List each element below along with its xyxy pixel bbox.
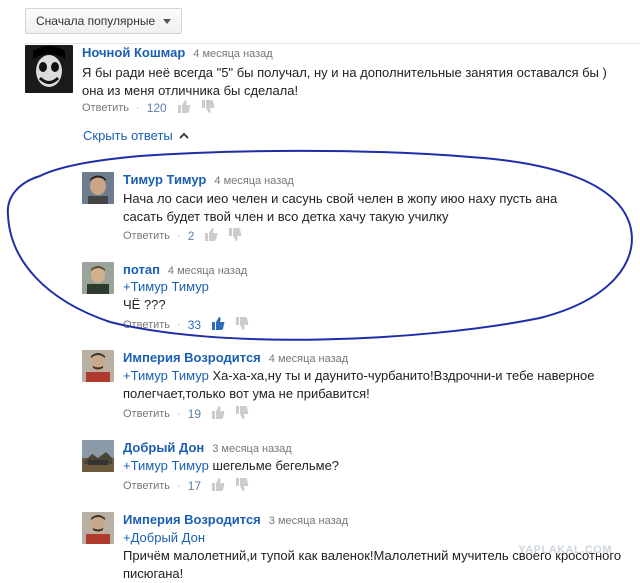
thumbs-down-icon[interactable] [201, 100, 215, 116]
comment-time[interactable]: 4 месяца назад [193, 48, 272, 60]
comment-text: ЧЁ ??? [123, 297, 166, 312]
thumbs-up-icon[interactable] [211, 317, 225, 333]
sort-label: Сначала популярные [36, 14, 156, 28]
reply-button[interactable]: Ответить [82, 102, 129, 114]
thumbs-up-icon[interactable] [211, 478, 225, 494]
separator: · [177, 480, 181, 492]
mention-link[interactable]: +Тимур Тимур [123, 368, 209, 383]
thumbs-down-icon[interactable] [235, 406, 249, 422]
separator: · [177, 319, 181, 331]
thumbs-down-icon[interactable] [235, 317, 249, 333]
comment-text: Я бы ради неё всегда "5" бы получал, ну … [82, 65, 607, 98]
avatar[interactable] [25, 45, 73, 93]
avatar[interactable] [82, 350, 114, 382]
mention-link[interactable]: +Тимур Тимур [123, 458, 209, 473]
comment-time[interactable]: 4 месяца назад [168, 265, 247, 277]
separator: · [136, 102, 140, 114]
chevron-down-icon [163, 18, 172, 24]
comment-author[interactable]: Тимур Тимур [123, 172, 206, 187]
divider [25, 43, 640, 44]
thumbs-up-icon[interactable] [177, 100, 191, 116]
comment-author[interactable]: Ночной Кошмар [82, 45, 185, 60]
like-count: 2 [187, 229, 195, 243]
separator: · [177, 230, 181, 242]
avatar[interactable] [82, 512, 114, 544]
thumbs-down-icon[interactable] [228, 228, 242, 244]
thumbs-up-icon[interactable] [204, 228, 218, 244]
comment-author[interactable]: Добрый Дон [123, 440, 204, 455]
comment-text: Нача ло саси иео челен и сасунь свой чел… [123, 191, 558, 224]
sort-dropdown[interactable]: Сначала популярные [25, 8, 183, 34]
comment-author[interactable]: Империя Возродится [123, 350, 261, 365]
like-count: 33 [187, 318, 202, 332]
like-count: 19 [187, 407, 202, 421]
comment-text: шегельме бегельме? [212, 458, 340, 473]
avatar[interactable] [82, 262, 114, 294]
comment-author[interactable]: Империя Возродится [123, 512, 261, 527]
like-count: 17 [187, 479, 202, 493]
comment-time[interactable]: 3 месяца назад [212, 443, 291, 455]
hide-replies-label: Скрыть ответы [83, 128, 173, 143]
comment-time[interactable]: 4 месяца назад [214, 175, 293, 187]
comment-time[interactable]: 3 месяца назад [269, 515, 348, 527]
reply-button[interactable]: Ответить [123, 480, 170, 492]
chevron-up-icon [179, 132, 189, 139]
comment-author[interactable]: потап [123, 262, 160, 277]
reply-button[interactable]: Ответить [123, 319, 170, 331]
comment-time[interactable]: 4 месяца назад [269, 353, 348, 365]
thumbs-up-icon[interactable] [211, 406, 225, 422]
reply-button[interactable]: Ответить [123, 230, 170, 242]
avatar[interactable] [82, 440, 114, 472]
like-count: 120 [146, 101, 167, 115]
thumbs-down-icon[interactable] [235, 478, 249, 494]
hide-replies-button[interactable]: Скрыть ответы [83, 128, 189, 143]
mention-link[interactable]: +Тимур Тимур [123, 278, 593, 296]
watermark: YAPLAKAL.COM [518, 544, 612, 556]
avatar[interactable] [82, 172, 114, 204]
separator: · [177, 408, 181, 420]
reply-button[interactable]: Ответить [123, 408, 170, 420]
